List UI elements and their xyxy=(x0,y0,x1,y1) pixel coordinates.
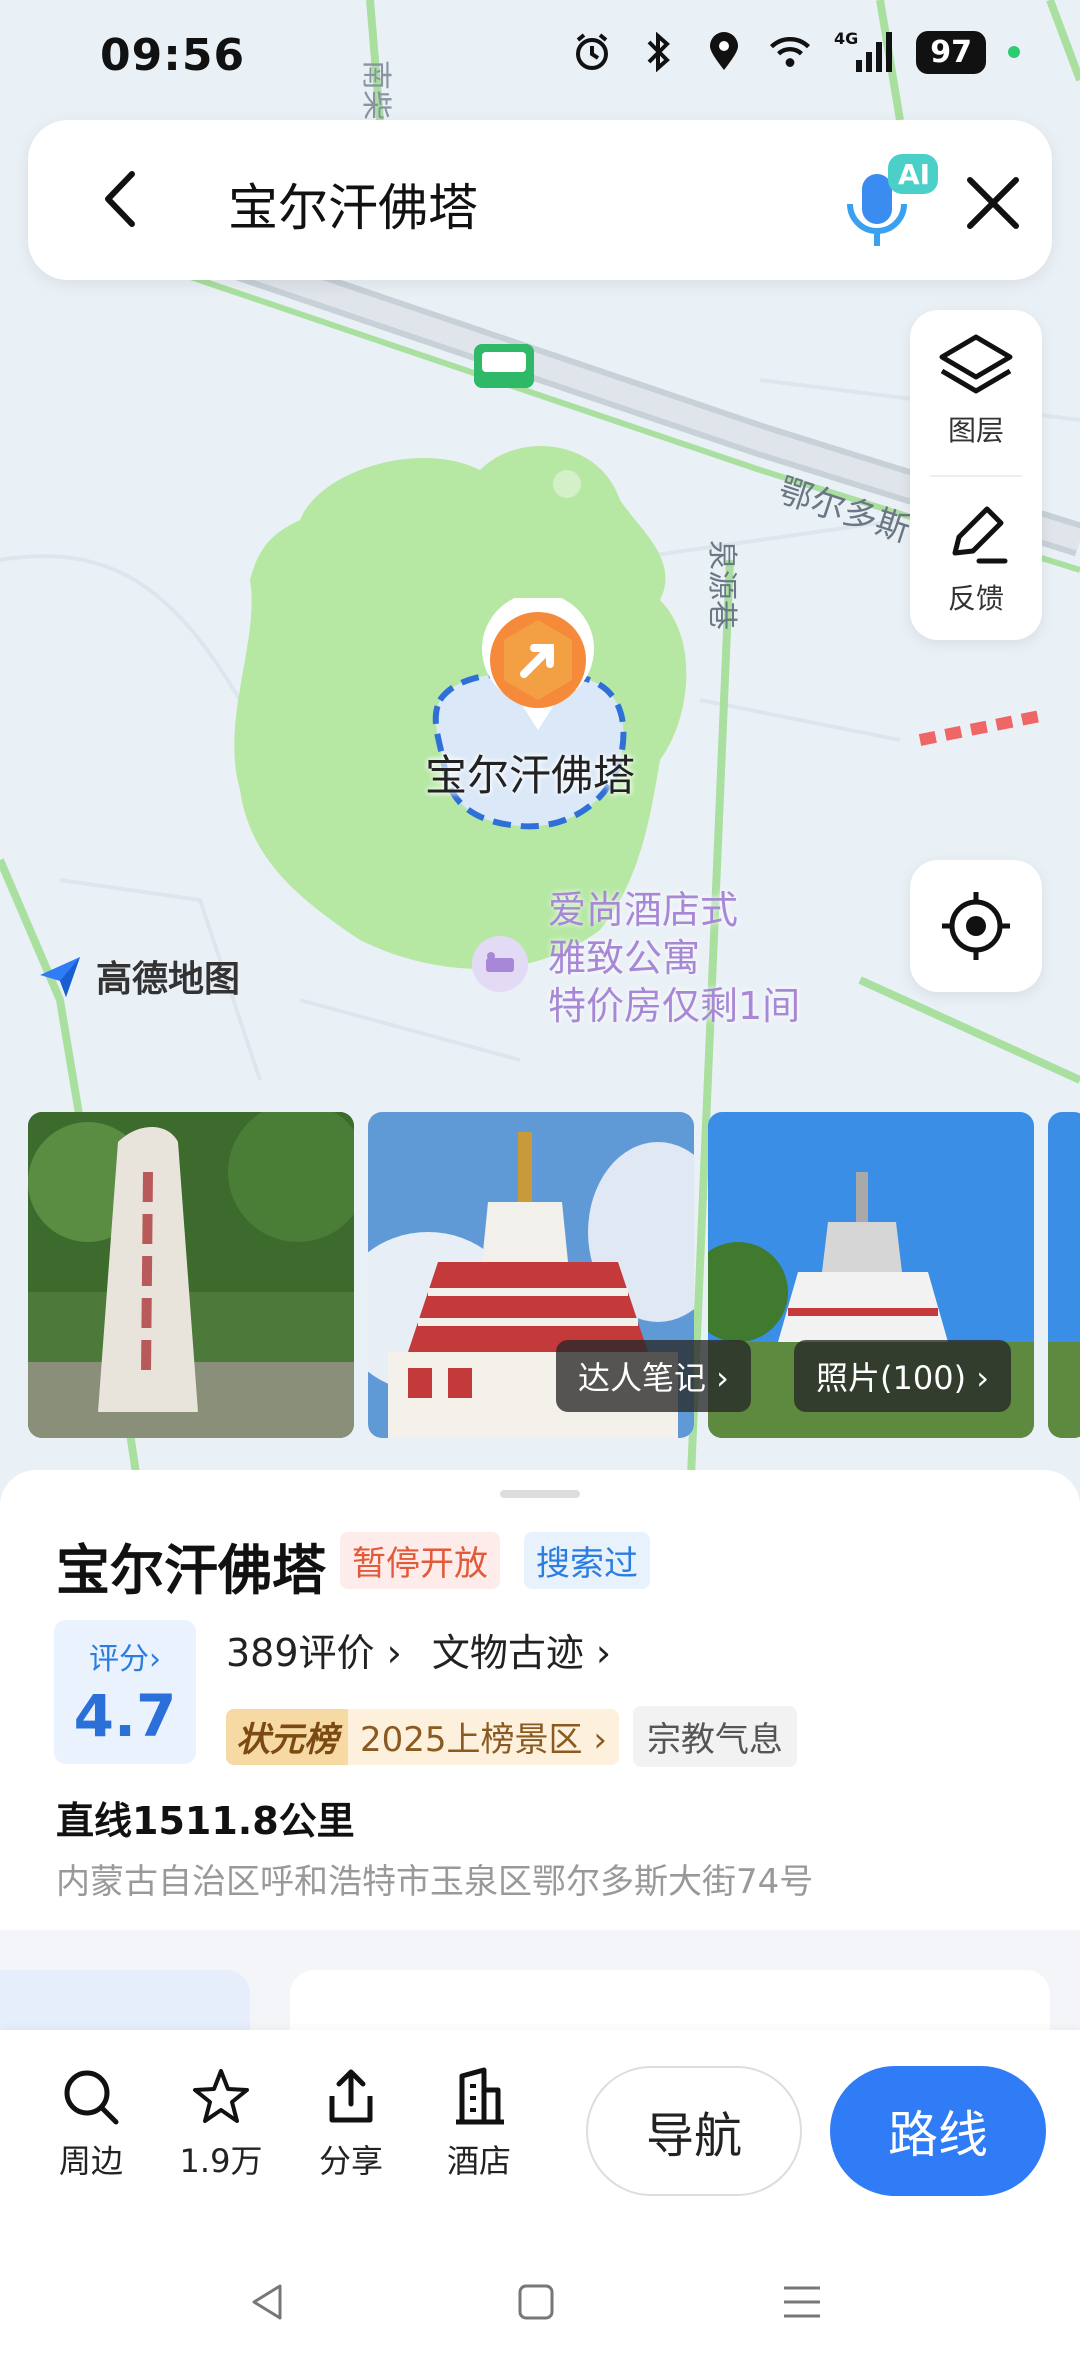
place-title: 宝尔汗佛塔 xyxy=(56,1539,326,1602)
share-button[interactable]: 分享 xyxy=(296,2066,406,2182)
hotel-ad-label[interactable]: 爱尚酒店式 雅致公寓 特价房仅剩1间 xyxy=(548,886,800,1030)
share-icon xyxy=(329,2069,373,2123)
rating-label: 评分› xyxy=(89,1642,161,1677)
ai-badge: AI xyxy=(898,158,930,191)
search-icon xyxy=(64,2070,119,2125)
category-link[interactable]: 文物古迹 › xyxy=(432,1622,611,1677)
edit-icon xyxy=(952,506,1008,564)
crosshair-icon xyxy=(942,892,1010,960)
layers-icon xyxy=(939,334,1013,394)
feature-tag: 宗教气息 xyxy=(632,1706,797,1767)
nearby-button[interactable]: 周边 xyxy=(36,2066,146,2182)
tools-divider xyxy=(930,475,1022,477)
signal-icon: 4G xyxy=(834,30,894,74)
favorite-button[interactable]: 1.9万 xyxy=(166,2066,276,2182)
nav-back-icon[interactable] xyxy=(246,2280,290,2324)
system-navigation-bar xyxy=(0,2230,1080,2374)
network-label: 4G xyxy=(834,30,858,48)
search-query[interactable]: 宝尔汗佛塔 xyxy=(228,168,478,240)
lane-label: 泉源巷 xyxy=(704,540,739,630)
address-text[interactable]: 内蒙古自治区呼和浩特市玉泉区鄂尔多斯大街74号 xyxy=(56,1854,813,1903)
next-section-preview xyxy=(0,1930,1080,2050)
bluetooth-icon xyxy=(636,30,680,74)
hotel-ad-line-2: 雅致公寓 xyxy=(548,936,701,980)
nav-home-icon[interactable] xyxy=(514,2280,558,2324)
hotel-ad-line-3: 特价房仅剩1间 xyxy=(548,984,801,1028)
feedback-label: 反馈 xyxy=(947,582,1004,615)
location-icon xyxy=(702,30,746,74)
ranking-text: 2025上榜景区 › xyxy=(360,1720,607,1760)
locate-button[interactable] xyxy=(910,860,1042,992)
hotel-label: 酒店 xyxy=(446,2142,511,2180)
battery-indicator: 97 xyxy=(916,30,986,74)
share-label: 分享 xyxy=(318,2142,383,2180)
hotel-icon xyxy=(472,936,528,992)
close-icon[interactable] xyxy=(958,168,1028,238)
poi-map-label[interactable]: 宝尔汗佛塔 xyxy=(425,742,635,803)
hotel-ad-line-1: 爱尚酒店式 xyxy=(548,888,739,932)
photo-stone[interactable] xyxy=(28,1112,354,1438)
search-bar[interactable]: 宝尔汗佛塔 AI xyxy=(28,120,1052,280)
building-icon xyxy=(456,2067,504,2125)
rating-value: 4.7 xyxy=(73,1682,177,1750)
ranking-badge[interactable]: 状元榜 2025上榜景区 › xyxy=(226,1708,619,1765)
searched-badge: 搜索过 xyxy=(524,1532,650,1589)
route-button[interactable]: 路线 xyxy=(830,2066,1046,2196)
poi-marker-icon[interactable] xyxy=(476,598,600,738)
bottom-action-bar: 周边 1.9万 分享 酒店 导航 路线 xyxy=(0,2030,1080,2230)
back-icon[interactable] xyxy=(88,164,158,234)
nearby-label: 周边 xyxy=(58,2142,123,2180)
alarm-icon xyxy=(570,30,614,74)
sheet-handle[interactable] xyxy=(500,1490,580,1498)
amap-logo-text: 高德地图 xyxy=(96,959,241,1000)
layers-button[interactable]: 图层 xyxy=(910,310,1042,470)
amap-logo: 高德地图 xyxy=(36,950,240,1002)
nav-menu-icon[interactable] xyxy=(780,2280,824,2324)
map-tools-panel: 图层 反馈 xyxy=(910,310,1042,640)
photo-next-peek[interactable] xyxy=(1048,1112,1080,1438)
wifi-icon xyxy=(768,30,812,74)
amap-logo-icon xyxy=(40,957,80,997)
photos-count-tag[interactable]: 照片(100) › xyxy=(794,1340,1012,1412)
ai-voice-icon[interactable]: AI xyxy=(836,144,946,254)
status-bar: 09:56 4G 97 xyxy=(0,0,1080,120)
expert-notes-tag[interactable]: 达人笔记 › xyxy=(556,1340,751,1412)
rating-box[interactable]: 评分› 4.7 xyxy=(54,1620,196,1764)
ranking-badge-label: 状元榜 xyxy=(226,1708,348,1765)
feedback-button[interactable]: 反馈 xyxy=(910,478,1042,638)
hotel-button[interactable]: 酒店 xyxy=(424,2066,534,2182)
star-icon xyxy=(193,2069,249,2123)
status-badge: 暂停开放 xyxy=(340,1532,500,1589)
status-time: 09:56 xyxy=(100,30,246,81)
layers-label: 图层 xyxy=(947,414,1004,447)
reviews-link[interactable]: 389评价 › xyxy=(226,1622,402,1677)
favorite-count: 1.9万 xyxy=(179,2142,263,2180)
distance-text: 直线1511.8公里 xyxy=(56,1799,355,1843)
navigate-button[interactable]: 导航 xyxy=(586,2066,802,2196)
status-dot xyxy=(1008,46,1020,58)
